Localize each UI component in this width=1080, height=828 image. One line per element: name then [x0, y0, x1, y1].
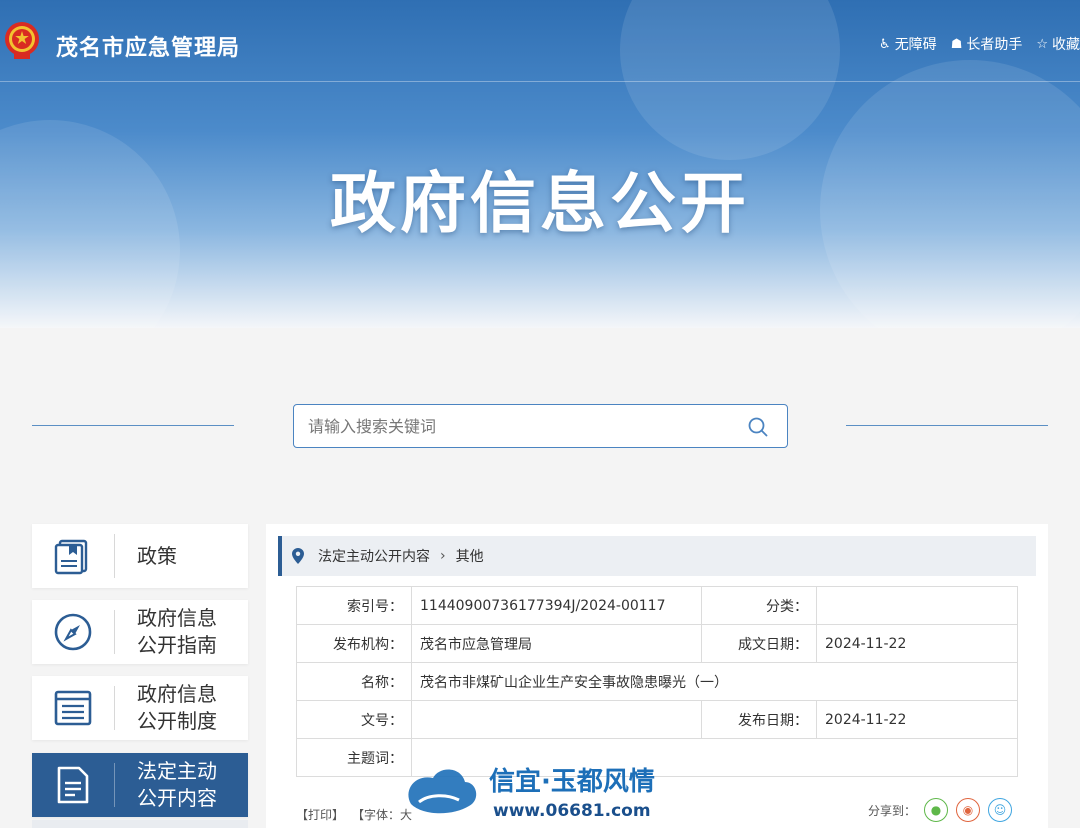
search-icon[interactable] — [747, 416, 769, 438]
breadcrumb: 法定主动公开内容 › 其他 — [278, 536, 1036, 576]
weibo-icon[interactable]: ◉ — [956, 798, 980, 822]
sidebar-item-next[interactable] — [32, 820, 248, 828]
label-line: 政府信息 — [137, 682, 217, 706]
meta-label: 发布日期： — [701, 700, 817, 739]
search-box — [293, 404, 788, 448]
sidebar-item-policy[interactable]: 政策 — [32, 524, 248, 588]
elder-helper-icon: ☗ — [950, 36, 963, 52]
favorite-link[interactable]: ☆ 收藏 — [1036, 34, 1080, 54]
sidebar-item-label: 政府信息 公开指南 — [115, 605, 233, 659]
share-bar: 分享到： ● ◉ ☺ — [868, 798, 1012, 822]
share-label: 分享到： — [867, 803, 916, 818]
meta-value: 茂名市应急管理局 — [411, 624, 702, 663]
meta-label: 主题词： — [296, 738, 412, 777]
table-row: 名称： 茂名市非煤矿山企业生产安全事故隐患曝光（一） — [296, 662, 1018, 701]
site-watermark-logo: 信宜·玉都风情 www.06681.com — [408, 766, 655, 821]
sidebar-item-label: 政策 — [137, 543, 177, 568]
label-line: 公开指南 — [137, 633, 217, 657]
tool-label: 收藏 — [1052, 37, 1080, 53]
meta-value — [411, 700, 702, 739]
chevron-right-icon: › — [440, 548, 446, 564]
label-line: 公开内容 — [137, 786, 217, 810]
tool-label: 长者助手 — [966, 37, 1023, 53]
accessibility-link[interactable]: ♿ 无障碍 — [879, 34, 937, 54]
sidebar-item-guide[interactable]: 政府信息 公开指南 — [32, 600, 248, 664]
banner-title: 政府信息公开 — [330, 165, 750, 242]
sidebar-item-system[interactable]: 政府信息 公开制度 — [32, 676, 248, 740]
sidebar-item-statutory[interactable]: 法定主动 公开内容 — [32, 753, 248, 817]
document-icon — [57, 766, 89, 804]
label-line: 法定主动 — [137, 759, 217, 783]
wheelchair-icon: ♿ — [879, 36, 891, 52]
document-meta-table: 索引号： 11440900736177394J/2024-00117 分类： 发… — [296, 586, 1018, 777]
sidebar-item-label: 法定主动 公开内容 — [115, 758, 233, 812]
meta-label: 成文日期： — [701, 624, 817, 663]
wechat-icon[interactable]: ● — [924, 798, 948, 822]
table-row: 文号： 发布日期： 2024-11-22 — [296, 700, 1018, 739]
compass-icon — [54, 613, 92, 651]
breadcrumb-current[interactable]: 其他 — [456, 546, 484, 566]
location-pin-icon — [292, 548, 304, 564]
breadcrumb-link[interactable]: 法定主动公开内容 — [318, 546, 430, 566]
qq-icon[interactable]: ☺ — [988, 798, 1012, 822]
divider — [32, 425, 234, 426]
table-row: 索引号： 11440900736177394J/2024-00117 分类： — [296, 586, 1018, 625]
table-row: 发布机构： 茂名市应急管理局 成文日期： 2024-11-22 — [296, 624, 1018, 663]
meta-value — [816, 586, 1018, 625]
watermark-url: www.06681.com — [493, 801, 651, 821]
toolbar: ♿ 无障碍 ☗ 长者助手 ☆ 收藏 — [879, 34, 1080, 54]
sidebar-item-label: 政府信息 公开制度 — [115, 681, 233, 735]
watermark-title: 信宜·玉都风情 — [489, 766, 655, 797]
print-link[interactable]: 【打印】 — [296, 806, 344, 823]
site-name[interactable]: 茂名市应急管理局 — [56, 30, 240, 62]
national-emblem-icon — [5, 22, 39, 59]
meta-value: 2024-11-22 — [816, 624, 1018, 663]
page-banner: 茂名市应急管理局 ♿ 无障碍 ☗ 长者助手 ☆ 收藏 政府信息公开 — [0, 0, 1080, 328]
meta-value: 2024-11-22 — [816, 700, 1018, 739]
list-doc-icon — [54, 690, 92, 726]
label-line: 政府信息 — [137, 606, 217, 630]
meta-label: 发布机构： — [296, 624, 412, 663]
elder-helper-link[interactable]: ☗ 长者助手 — [951, 34, 1023, 54]
policy-book-icon — [54, 539, 88, 575]
meta-value: 茂名市非煤矿山企业生产安全事故隐患曝光（一） — [411, 662, 1018, 701]
star-icon: ☆ — [1036, 36, 1048, 52]
label-line: 公开制度 — [137, 709, 217, 733]
tool-label: 无障碍 — [894, 37, 937, 53]
divider — [846, 425, 1048, 426]
meta-label: 分类： — [701, 586, 817, 625]
top-bar: 茂名市应急管理局 ♿ 无障碍 ☗ 长者助手 ☆ 收藏 — [0, 0, 1080, 82]
search-input[interactable] — [294, 405, 724, 447]
meta-value: 11440900736177394J/2024-00117 — [411, 586, 702, 625]
meta-label: 名称： — [296, 662, 412, 701]
meta-label: 索引号： — [296, 586, 412, 625]
meta-label: 文号： — [296, 700, 412, 739]
